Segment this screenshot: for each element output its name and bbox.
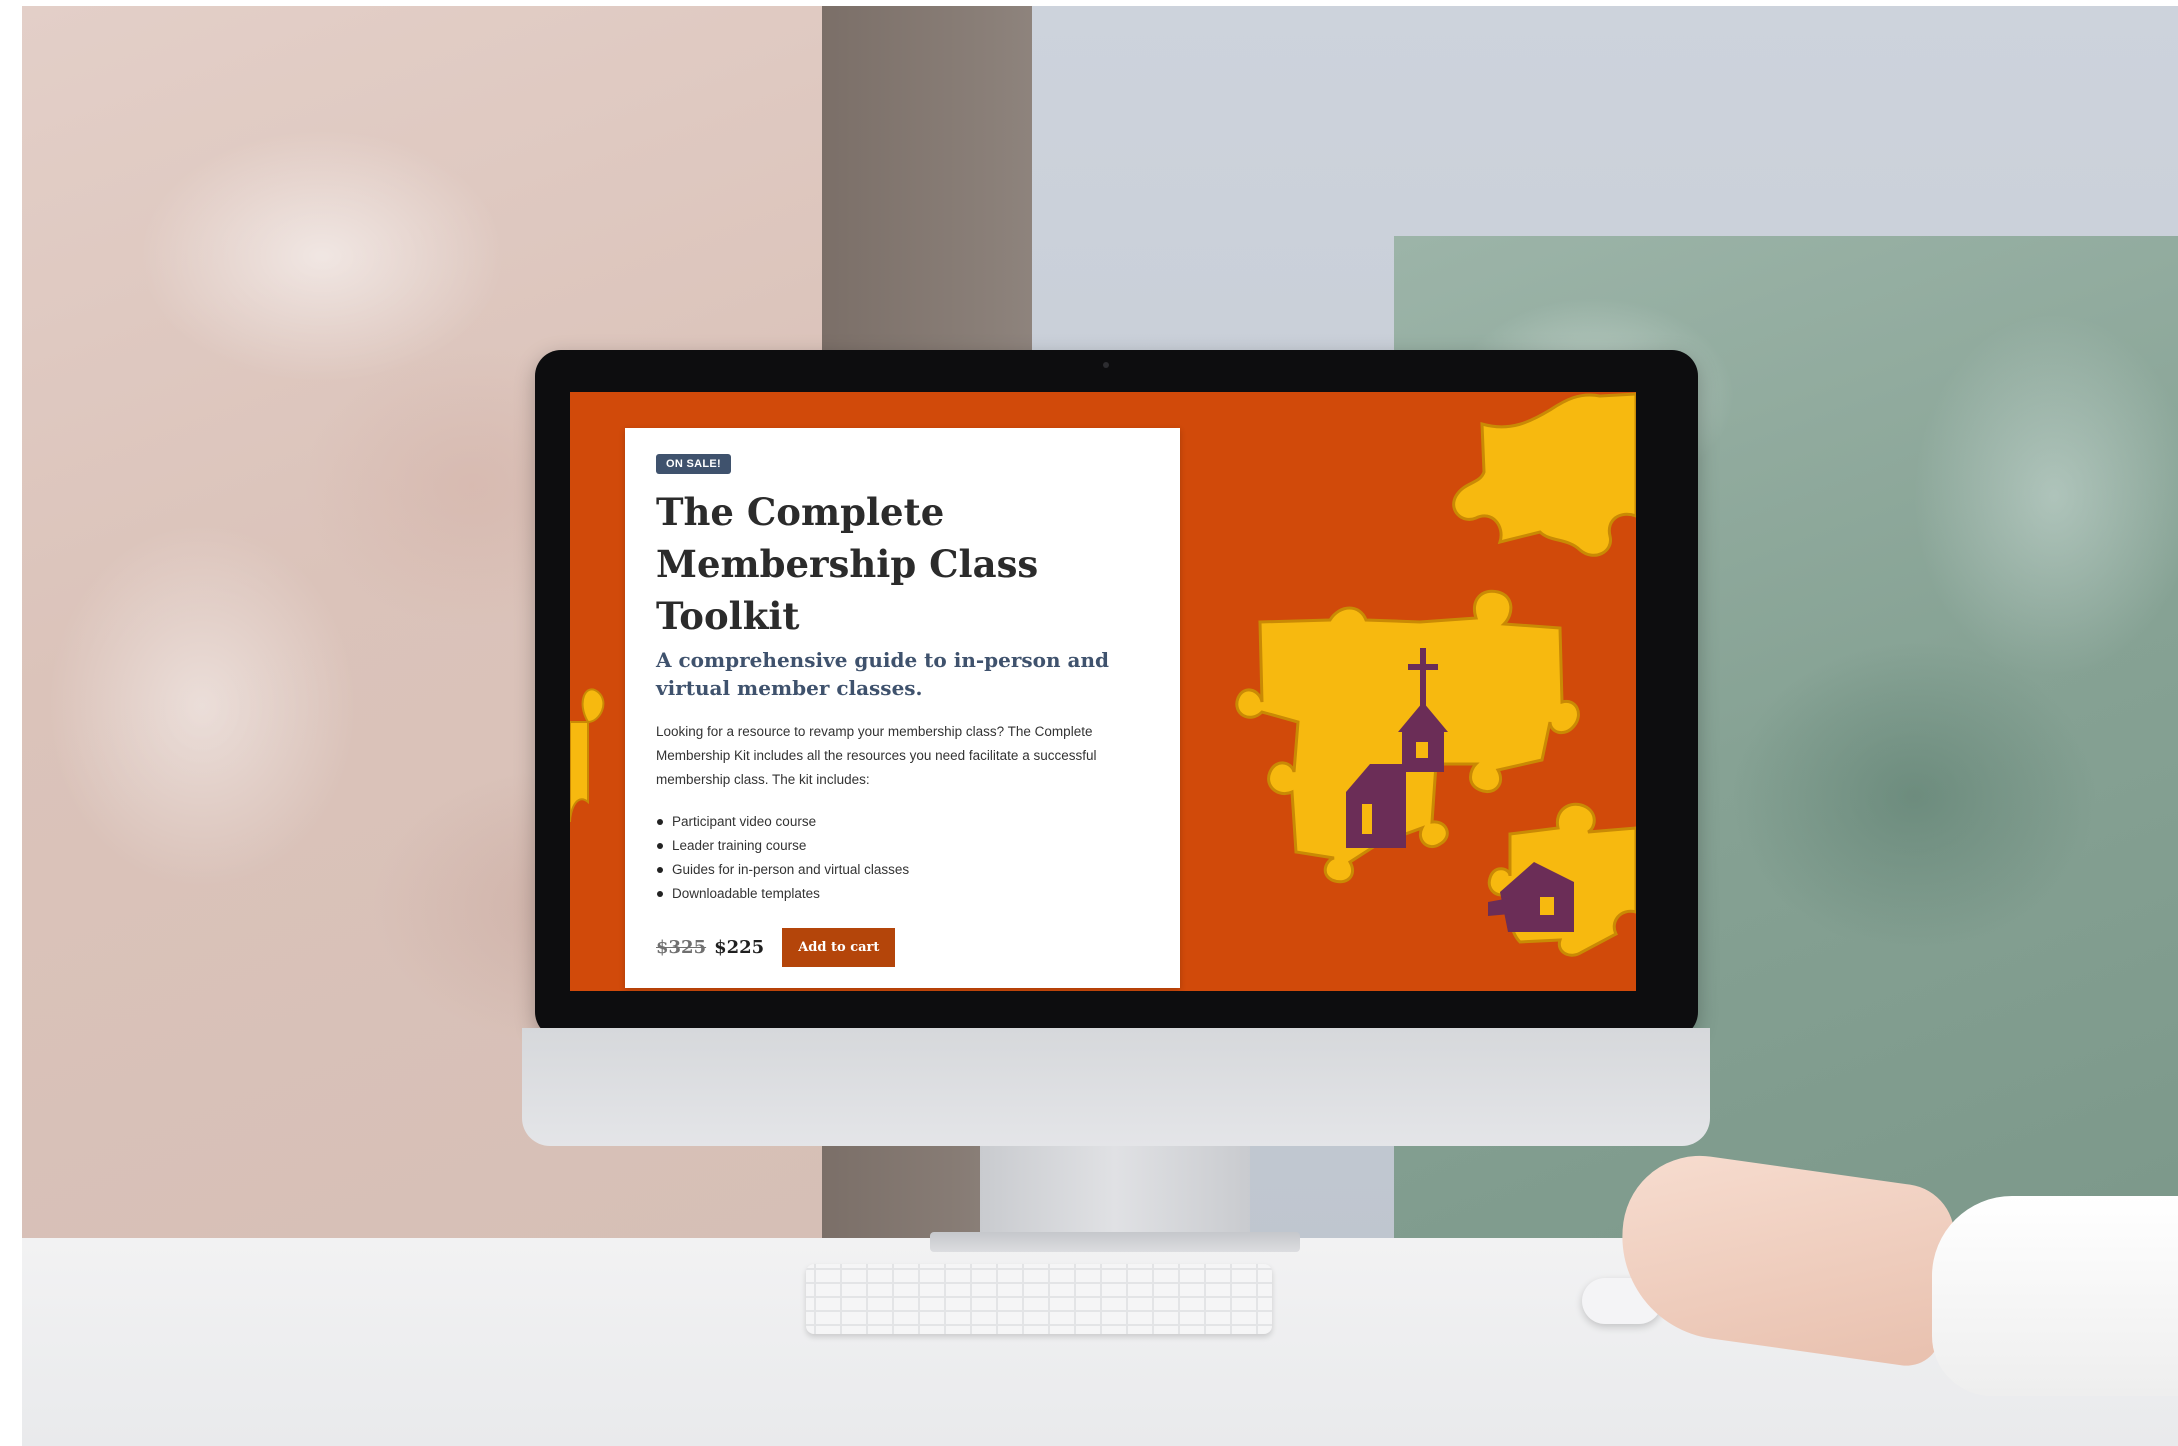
screen-webpage: ON SALE! The Complete Membership Class T… xyxy=(570,392,1636,991)
monitor-stand-base xyxy=(930,1232,1300,1252)
product-card: ON SALE! The Complete Membership Class T… xyxy=(625,428,1180,988)
product-subtitle: A comprehensive guide to in-person and v… xyxy=(656,648,1109,700)
puzzle-piece-icon xyxy=(1452,392,1636,557)
product-description: Looking for a resource to revamp your me… xyxy=(656,724,1097,787)
feature-list: Participant video course Leader training… xyxy=(656,810,1148,906)
puzzle-piece-icon xyxy=(570,688,605,823)
list-item: Guides for in-person and virtual classes xyxy=(657,858,1148,882)
webcam-dot xyxy=(1103,362,1109,368)
sale-badge: ON SALE! xyxy=(656,454,731,474)
purchase-row: $325 $225 Add to cart xyxy=(656,928,1148,967)
product-title: The Complete Membership Class Toolkit xyxy=(656,490,1039,638)
shirt-sleeve xyxy=(1932,1196,2178,1396)
original-price: $325 xyxy=(656,937,707,958)
list-item: Leader training course xyxy=(657,834,1148,858)
monitor-chin xyxy=(522,1028,1710,1146)
list-item: Participant video course xyxy=(657,810,1148,834)
sale-price: $225 xyxy=(714,937,765,958)
list-item: Downloadable templates xyxy=(657,882,1148,906)
monitor-stand xyxy=(980,1146,1250,1242)
add-to-cart-button[interactable]: Add to cart xyxy=(782,928,896,967)
keyboard xyxy=(806,1264,1272,1334)
